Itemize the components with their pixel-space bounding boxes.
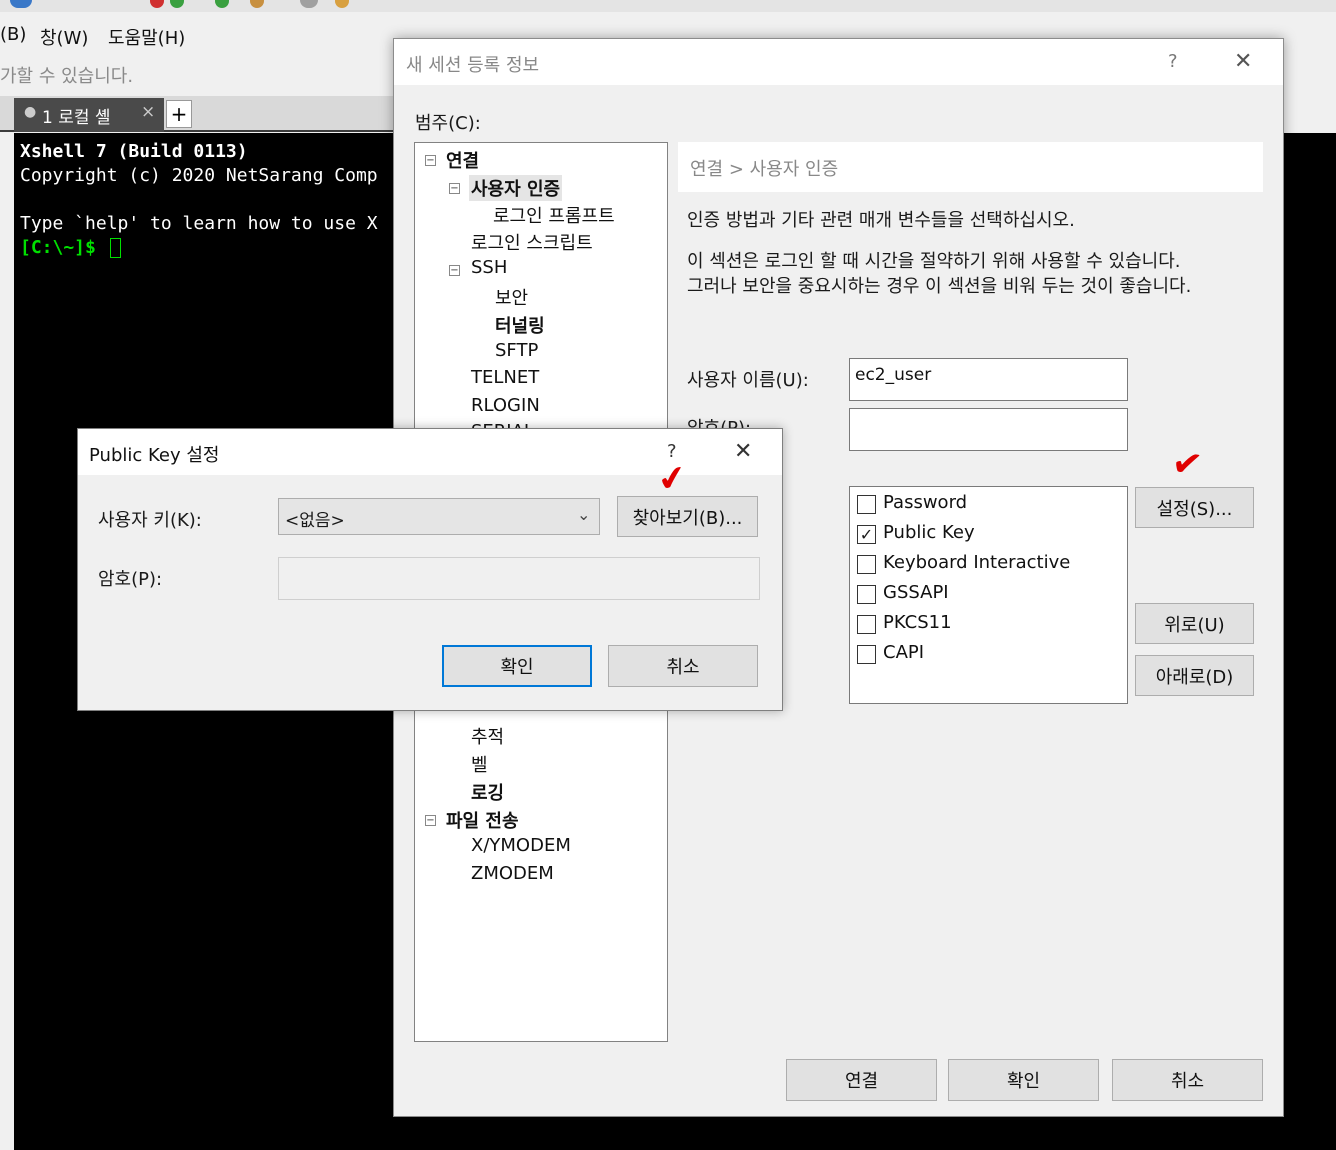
tree-item-sftp[interactable]: SFTP	[495, 340, 538, 361]
auth-note-line2: 그러나 보안을 중요시하는 경우 이 섹션을 비워 두는 것이 좋습니다.	[687, 276, 1192, 297]
auth-description: 인증 방법과 기타 관련 매개 변수들을 선택하십시오.	[687, 210, 1075, 231]
checkbox-password[interactable]	[857, 495, 876, 514]
user-key-selected-value: <없음>	[285, 511, 345, 531]
tab-local-shell[interactable]: ● 1 로컬 셸 ×	[14, 98, 164, 132]
collapse-connection-icon[interactable]: −	[425, 155, 436, 166]
dialog-title: 새 세션 등록 정보	[406, 55, 540, 76]
menu-item-window[interactable]: 창(W)	[40, 24, 88, 50]
method-label-gssapi[interactable]: GSSAPI	[883, 582, 949, 603]
menu-bar: (B) 창(W) 도움말(H)	[0, 16, 400, 56]
pubkey-cancel-button[interactable]: 취소	[608, 645, 758, 687]
checkbox-keyboard-interactive[interactable]	[857, 555, 876, 574]
tree-item-zmodem[interactable]: ZMODEM	[471, 863, 554, 884]
pubkey-close-icon[interactable]: ✕	[734, 439, 752, 464]
tab-close-icon[interactable]: ×	[141, 102, 155, 122]
pubkey-ok-button[interactable]: 확인	[442, 645, 592, 687]
method-label-pkcs11[interactable]: PKCS11	[883, 612, 952, 633]
tree-item-login-prompt[interactable]: 로그인 프롬프트	[493, 202, 615, 228]
menu-item-help[interactable]: 도움말(H)	[108, 24, 185, 50]
tree-item-bell[interactable]: 벨	[471, 751, 488, 777]
checkbox-gssapi[interactable]	[857, 585, 876, 604]
breadcrumb: 연결 > 사용자 인증	[690, 159, 839, 180]
close-icon[interactable]: ✕	[1234, 49, 1252, 74]
move-down-button[interactable]: 아래로(D)	[1135, 655, 1254, 696]
tree-item-user-auth[interactable]: 사용자 인증	[469, 175, 563, 201]
tree-item-logging[interactable]: 로깅	[471, 779, 504, 805]
auth-note-line1: 이 섹션은 로그인 할 때 시간을 절약하기 위해 사용할 수 있습니다.	[687, 251, 1181, 272]
left-panel-edge	[0, 940, 12, 1150]
tree-item-rlogin[interactable]: RLOGIN	[471, 395, 540, 416]
terminal-prompt: [C:\~]$	[20, 237, 96, 258]
tree-item-tunneling[interactable]: 터널링	[495, 312, 545, 338]
method-label-keyboard-interactive[interactable]: Keyboard Interactive	[883, 552, 1070, 573]
user-key-label: 사용자 키(K):	[98, 510, 202, 531]
tree-item-file-transfer[interactable]: 파일 전송	[446, 807, 519, 833]
passphrase-label: 암호(P):	[98, 569, 163, 590]
public-key-settings-dialog: Public Key 설정 ? ✕ 사용자 키(K): <없음> ⌄ ✔ 찾아보…	[77, 428, 783, 711]
tree-item-ssh[interactable]: SSH	[471, 257, 507, 278]
pubkey-dialog-title: Public Key 설정	[89, 445, 220, 466]
breadcrumb-panel: 연결 > 사용자 인증	[678, 142, 1263, 192]
checkbox-public-key[interactable]: ✓	[857, 525, 876, 544]
terminal-cursor	[110, 238, 121, 258]
chevron-down-icon: ⌄	[577, 505, 591, 524]
setup-button[interactable]: 설정(S)...	[1135, 487, 1254, 528]
category-label: 범주(C):	[415, 113, 481, 134]
collapse-user-auth-icon[interactable]: −	[449, 183, 460, 194]
checkbox-capi[interactable]	[857, 645, 876, 664]
toolbar	[0, 0, 1336, 12]
method-label-capi[interactable]: CAPI	[883, 642, 924, 663]
move-up-button[interactable]: 위로(U)	[1135, 603, 1254, 644]
add-tab-button[interactable]: +	[166, 100, 192, 128]
tree-item-xymodem[interactable]: X/YMODEM	[471, 835, 571, 856]
tree-item-trace[interactable]: 추적	[471, 723, 504, 749]
method-label-password[interactable]: Password	[883, 492, 967, 513]
auth-method-list[interactable]: Password ✓ Public Key Keyboard Interacti…	[849, 486, 1128, 704]
browse-button[interactable]: 찾아보기(B)...	[617, 496, 758, 537]
dialog-titlebar: 새 세션 등록 정보 ? ✕	[394, 39, 1283, 85]
terminal-line-copyright: Copyright (c) 2020 NetSarang Comp	[20, 165, 378, 186]
address-hint: 가할 수 있습니다.	[0, 66, 134, 87]
checkbox-pkcs11[interactable]	[857, 615, 876, 634]
terminal-line-help: Type `help' to learn how to use X	[20, 213, 378, 234]
tree-item-login-script[interactable]: 로그인 스크립트	[471, 229, 593, 255]
annotation-checkmark-icon: ✔	[1169, 442, 1205, 487]
collapse-ssh-icon[interactable]: −	[449, 265, 460, 276]
passphrase-input[interactable]	[278, 557, 760, 600]
ok-button[interactable]: 확인	[948, 1059, 1099, 1101]
tree-item-connection[interactable]: 연결	[446, 147, 479, 173]
connect-button[interactable]: 연결	[786, 1059, 937, 1101]
username-label: 사용자 이름(U):	[687, 370, 809, 391]
terminal-line-version: Xshell 7 (Build 0113)	[20, 141, 248, 162]
menu-item-bookmark[interactable]: (B)	[0, 24, 26, 45]
tab-status-dot-icon: ●	[24, 104, 37, 120]
cancel-button[interactable]: 취소	[1112, 1059, 1263, 1101]
user-key-select[interactable]: <없음> ⌄	[278, 498, 600, 535]
collapse-file-transfer-icon[interactable]: −	[425, 815, 436, 826]
username-input[interactable]: ec2_user	[849, 358, 1128, 401]
method-label-public-key[interactable]: Public Key	[883, 522, 975, 543]
tab-label: 1 로컬 셸	[42, 108, 111, 128]
tree-item-telnet[interactable]: TELNET	[471, 367, 539, 388]
tree-item-security[interactable]: 보안	[495, 284, 528, 310]
password-input[interactable]	[849, 408, 1128, 451]
help-icon[interactable]: ?	[1168, 51, 1178, 72]
